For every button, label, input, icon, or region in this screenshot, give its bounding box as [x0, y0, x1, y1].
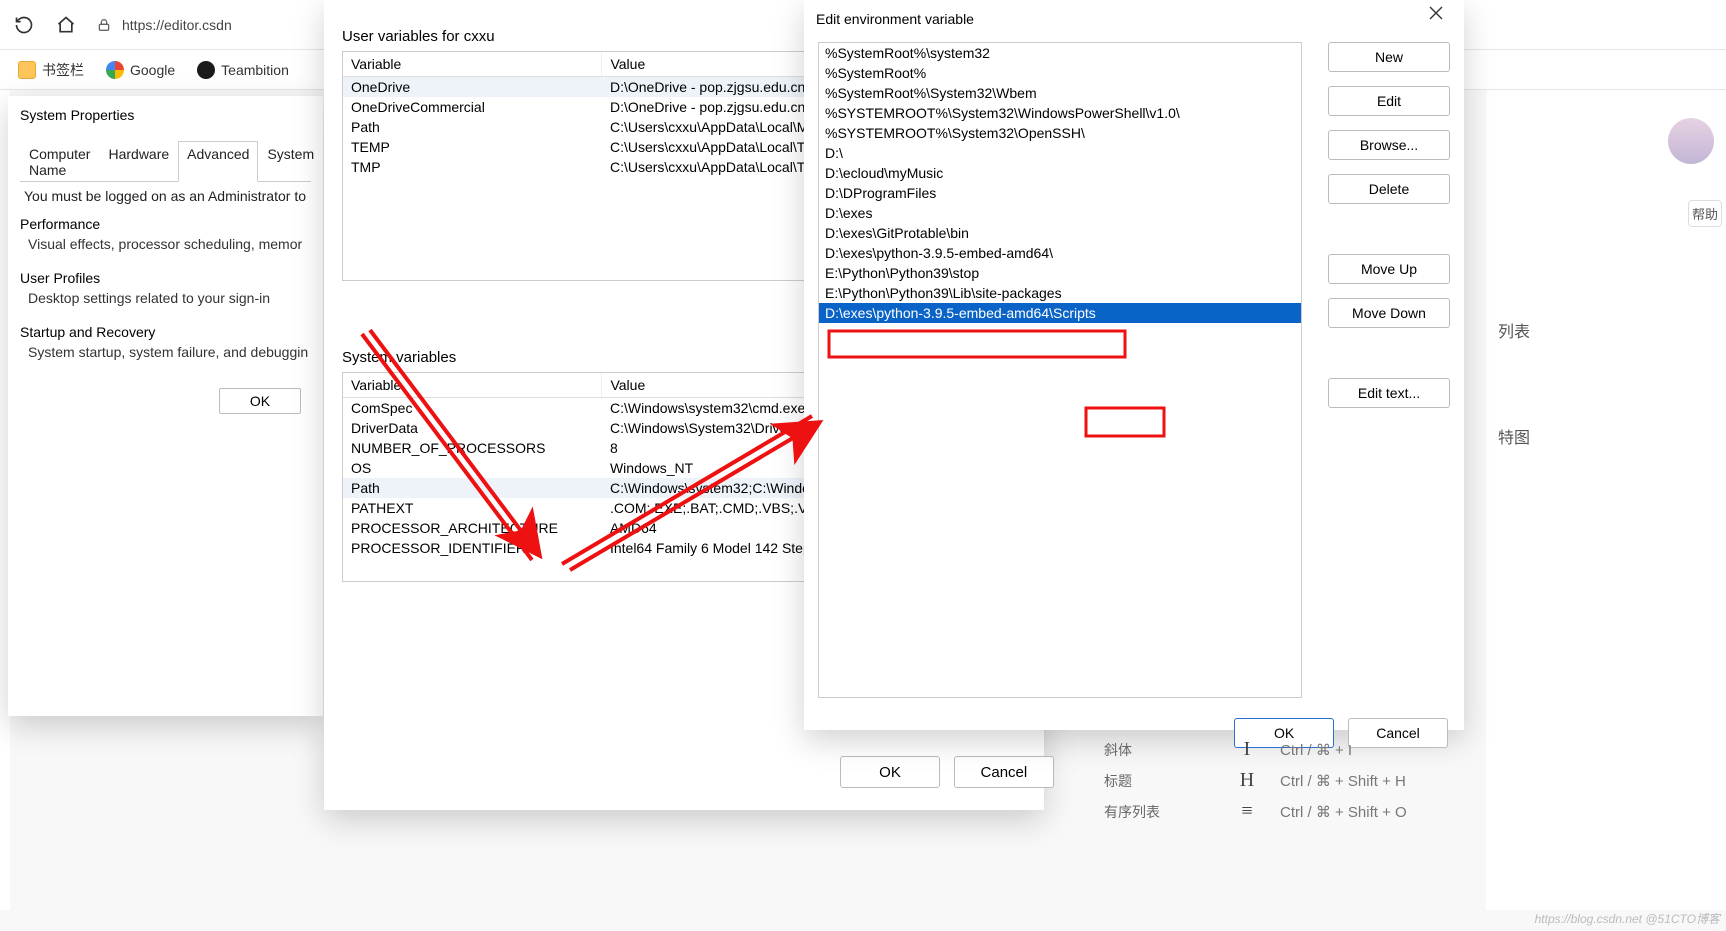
browse-button[interactable]: Browse... — [1328, 130, 1450, 160]
teambition-icon — [197, 61, 215, 79]
user-profiles-desc: Desktop settings related to your sign-in — [20, 290, 311, 306]
tabs: Computer Name Hardware Advanced System — [20, 140, 311, 182]
sysprops-ok-button[interactable]: OK — [219, 388, 301, 414]
shortcut-combo: Ctrl / ⌘ + I — [1280, 741, 1352, 759]
shortcut-row: 斜体 I Ctrl / ⌘ + I — [1104, 734, 1504, 765]
cell-var: OS — [343, 458, 602, 478]
cell-var: PROCESSOR_IDENTIFIER — [343, 538, 602, 558]
sidebar-text-tab[interactable]: 特图 — [1498, 424, 1714, 448]
cell-var: Path — [343, 117, 602, 137]
bookmark-teambition[interactable]: Teambition — [197, 61, 289, 79]
envvars-ok-button[interactable]: OK — [840, 756, 940, 788]
col-variable[interactable]: Variable — [343, 373, 602, 398]
col-variable[interactable]: Variable — [343, 52, 602, 77]
url-text: https://editor.csdn — [122, 17, 232, 33]
system-properties-dialog: System Properties Computer Name Hardware… — [8, 96, 323, 716]
cell-var: TMP — [343, 157, 602, 177]
list-item[interactable]: D:\exes\GitProtable\bin — [819, 223, 1301, 243]
cell-var: OneDriveCommercial — [343, 97, 602, 117]
google-icon — [106, 61, 124, 79]
edit-button[interactable]: Edit — [1328, 86, 1450, 116]
cell-var: PATHEXT — [343, 498, 602, 518]
bookmark-folder[interactable]: 书签栏 — [18, 60, 84, 80]
edit-buttons: New Edit Browse... Delete Move Up Move D… — [1320, 42, 1450, 698]
list-item[interactable]: E:\Python\Python39\stop — [819, 263, 1301, 283]
shortcut-name: 斜体 — [1104, 740, 1214, 760]
bookmark-google[interactable]: Google — [106, 61, 175, 79]
titlebar[interactable]: Edit environment variable — [804, 0, 1464, 34]
shortcut-icon: ≡ — [1232, 800, 1262, 823]
shortcut-row: 有序列表 ≡ Ctrl / ⌘ + Shift + O — [1104, 796, 1504, 827]
title-text: Edit environment variable — [816, 11, 974, 27]
move-up-button[interactable]: Move Up — [1328, 254, 1450, 284]
list-item[interactable]: D:\DProgramFiles — [819, 183, 1301, 203]
list-item[interactable]: D:\ — [819, 143, 1301, 163]
performance-desc: Visual effects, processor scheduling, me… — [20, 236, 311, 252]
list-item[interactable]: %SYSTEMROOT%\System32\OpenSSH\ — [819, 123, 1301, 143]
admin-note: You must be logged on as an Administrato… — [24, 188, 311, 204]
list-item[interactable]: %SYSTEMROOT%\System32\WindowsPowerShell\… — [819, 103, 1301, 123]
cell-var: NUMBER_OF_PROCESSORS — [343, 438, 602, 458]
cell-var: ComSpec — [343, 398, 602, 419]
shortcut-list: 斜体 I Ctrl / ⌘ + I 标题 H Ctrl / ⌘ + Shift + H 有序… — [1104, 734, 1504, 827]
watermark: https://blog.csdn.net @51CTO博客 — [1535, 910, 1720, 927]
edit-env-variable-dialog: Edit environment variable %SystemRoot%\s… — [804, 0, 1464, 730]
list-item[interactable]: D:\exes\python-3.9.5-embed-amd64\ — [819, 243, 1301, 263]
path-list[interactable]: %SystemRoot%\system32%SystemRoot%%System… — [818, 42, 1302, 698]
list-item[interactable]: D:\ecloud\myMusic — [819, 163, 1301, 183]
close-icon[interactable] — [1418, 6, 1454, 32]
shortcut-name: 有序列表 — [1104, 802, 1214, 822]
help-button[interactable]: 帮助 — [1688, 200, 1722, 227]
titlebar[interactable]: System Properties — [8, 96, 323, 130]
sidebar-text-list[interactable]: 列表 — [1498, 318, 1714, 342]
envvars-cancel-button[interactable]: Cancel — [954, 756, 1054, 788]
tab-system[interactable]: System — [258, 141, 323, 182]
edit-text-button[interactable]: Edit text... — [1328, 378, 1450, 408]
shortcut-icon: H — [1232, 769, 1262, 792]
avatar[interactable] — [1668, 118, 1714, 164]
cell-var: OneDrive — [343, 77, 602, 98]
title-text: System Properties — [20, 107, 134, 123]
envvars-footer: OK Cancel — [830, 756, 1054, 788]
list-item[interactable]: D:\exes — [819, 203, 1301, 223]
tab-hardware[interactable]: Hardware — [99, 141, 178, 182]
list-item[interactable]: E:\Python\Python39\Lib\site-packages — [819, 283, 1301, 303]
home-icon[interactable] — [54, 13, 78, 37]
cell-var: DriverData — [343, 418, 602, 438]
editor-sidebar: 帮助 列表 特图 — [1486, 90, 1726, 910]
startup-recovery-section: Startup and Recovery System startup, sys… — [20, 324, 311, 360]
cell-var: PROCESSOR_ARCHITECTURE — [343, 518, 602, 538]
address-bar[interactable]: https://editor.csdn — [96, 17, 232, 33]
startup-heading: Startup and Recovery — [20, 324, 311, 340]
reload-icon[interactable] — [12, 13, 36, 37]
new-button[interactable]: New — [1328, 42, 1450, 72]
shortcut-row: 标题 H Ctrl / ⌘ + Shift + H — [1104, 765, 1504, 796]
shortcut-combo: Ctrl / ⌘ + Shift + O — [1280, 803, 1407, 821]
shortcut-combo: Ctrl / ⌘ + Shift + H — [1280, 772, 1406, 790]
tab-computer-name[interactable]: Computer Name — [20, 141, 99, 182]
user-profiles-section: User Profiles Desktop settings related t… — [20, 270, 311, 306]
list-item[interactable]: %SystemRoot%\System32\Wbem — [819, 83, 1301, 103]
shortcut-name: 标题 — [1104, 771, 1214, 791]
cell-var: Path — [343, 478, 602, 498]
performance-heading: Performance — [20, 216, 311, 232]
lock-icon — [96, 17, 112, 33]
startup-desc: System startup, system failure, and debu… — [20, 344, 311, 360]
cell-var: TEMP — [343, 137, 602, 157]
list-item[interactable]: %SystemRoot% — [819, 63, 1301, 83]
list-item[interactable]: D:\exes\python-3.9.5-embed-amd64\Scripts — [819, 303, 1301, 323]
shortcut-icon: I — [1232, 738, 1262, 761]
delete-button[interactable]: Delete — [1328, 174, 1450, 204]
performance-section: Performance Visual effects, processor sc… — [20, 216, 311, 252]
folder-icon — [18, 61, 36, 79]
user-profiles-heading: User Profiles — [20, 270, 311, 286]
tab-advanced[interactable]: Advanced — [178, 141, 258, 182]
list-item[interactable]: %SystemRoot%\system32 — [819, 43, 1301, 63]
move-down-button[interactable]: Move Down — [1328, 298, 1450, 328]
